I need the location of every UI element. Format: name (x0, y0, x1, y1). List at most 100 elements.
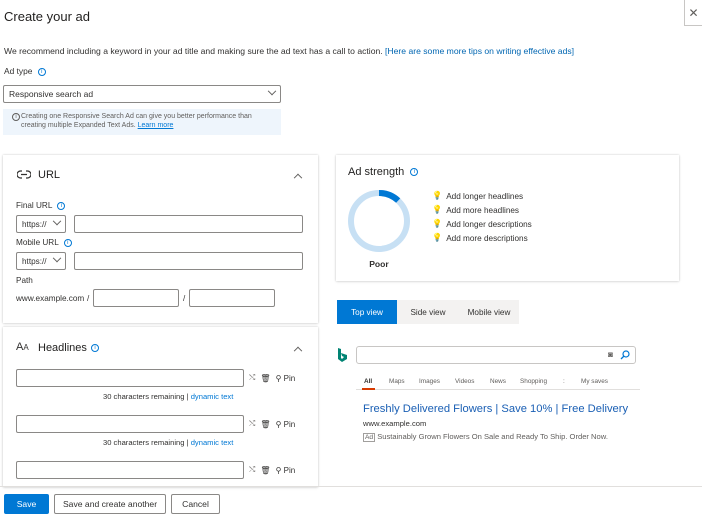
tip-text: Add longer descriptions (446, 219, 532, 229)
tip-item: 💡 Add more headlines (432, 203, 532, 217)
link-icon (17, 170, 31, 179)
nav-item: Images (419, 378, 440, 385)
remaining-text: 30 characters remaining (103, 438, 185, 447)
chevron-up-icon[interactable] (293, 346, 303, 356)
ad-strength-title-text: Ad strength (348, 166, 405, 178)
info-icon[interactable]: i (410, 168, 419, 177)
tip-item: 💡 Add longer headlines (432, 189, 532, 203)
mobile-url-input[interactable] (74, 252, 303, 270)
pin-icon: ⚲ (275, 373, 282, 383)
nav-item: News (490, 378, 506, 385)
nav-item: My saves (581, 378, 608, 385)
pin-button[interactable]: ⚲ Pin (276, 466, 296, 475)
final-url-label-text: Final URL (16, 201, 53, 210)
nav-item: Shopping (520, 378, 548, 385)
remaining-text: 30 characters remaining (103, 392, 185, 401)
pin-label: Pin (283, 373, 296, 383)
path1-input[interactable] (93, 289, 179, 307)
camera-icon: ◙ (608, 350, 613, 359)
pin-label: Pin (283, 419, 296, 429)
text-size-icon: AA (16, 341, 29, 353)
headline-input[interactable] (16, 369, 244, 387)
pin-label: Pin (283, 465, 296, 475)
ad-badge: Ad (363, 433, 376, 442)
dynamic-text-link[interactable]: dynamic text (191, 392, 234, 401)
tip-text: Add longer headlines (446, 191, 524, 201)
path2-input[interactable] (189, 289, 275, 307)
nav-item: Maps (389, 378, 405, 385)
info-icon[interactable]: i (37, 67, 46, 76)
path-prefix: www.example.com (16, 294, 85, 303)
lightbulb-icon: 💡 (432, 191, 443, 200)
path-label: Path (16, 276, 33, 285)
lightbulb-icon: 💡 (432, 205, 443, 214)
wand-icon[interactable]: ⤭ (249, 419, 255, 429)
path-separator: / (87, 294, 90, 303)
preview-ad-description-row: Ad Sustainably Grown Flowers On Sale and… (363, 432, 608, 442)
tip-text: Add more descriptions (446, 233, 528, 243)
mobile-url-label: Mobile URL i (16, 238, 72, 247)
search-icon (620, 350, 630, 360)
url-section: URL Final URL i https:// Mobile URL i ht… (3, 155, 318, 323)
wand-icon[interactable]: ⤭ (249, 465, 255, 475)
ad-strength-title: Ad strength i (348, 166, 419, 178)
final-url-protocol-value: https:// (22, 219, 47, 229)
final-url-protocol-select[interactable]: https:// (16, 215, 66, 233)
nav-item: : (563, 378, 565, 385)
tab-mobile-view[interactable]: Mobile view (459, 300, 519, 324)
trash-icon[interactable]: 🗑 (260, 374, 270, 383)
headline-remaining: 30 characters remaining | dynamic text (103, 392, 233, 401)
headline-actions: ⤭ 🗑 ⚲ Pin (249, 419, 295, 429)
chevron-down-icon (267, 86, 277, 96)
ad-type-label: Ad type i (4, 66, 46, 76)
ad-type-select[interactable]: Responsive search ad (3, 85, 281, 103)
nav-active-indicator (362, 388, 375, 390)
ring-track (348, 190, 410, 252)
separator: | (186, 438, 189, 447)
headline-input[interactable] (16, 415, 244, 433)
final-url-input[interactable] (74, 215, 303, 233)
pin-button[interactable]: ⚲ Pin (276, 420, 296, 429)
lightbulb-icon: 💡 (432, 233, 443, 242)
tips-link[interactable]: [Here are some more tips on writing effe… (385, 46, 574, 56)
pin-icon: ⚲ (275, 419, 282, 429)
pin-button[interactable]: ⚲ Pin (276, 374, 296, 383)
dynamic-text-link[interactable]: dynamic text (191, 438, 234, 447)
save-and-create-another-button[interactable]: Save and create another (54, 494, 166, 514)
cancel-button[interactable]: Cancel (171, 494, 220, 514)
mobile-url-protocol-select[interactable]: https:// (16, 252, 66, 270)
mobile-url-protocol-value: https:// (22, 256, 47, 266)
trash-icon[interactable]: 🗑 (260, 466, 270, 475)
intro-text-body: We recommend including a keyword in your… (4, 46, 383, 56)
trash-icon[interactable]: 🗑 (260, 420, 270, 429)
ad-type-info-bar: i Creating one Responsive Search Ad can … (3, 109, 281, 135)
headline-input[interactable] (16, 461, 244, 479)
footer-divider (0, 486, 702, 487)
ad-type-value: Responsive search ad (9, 89, 94, 99)
info-icon[interactable]: i (91, 344, 99, 352)
tip-item: 💡 Add longer descriptions (432, 217, 532, 231)
info-icon[interactable]: i (57, 201, 66, 210)
ad-strength-card: Ad strength i Poor 💡 Add longer headlines… (336, 155, 679, 281)
headline-remaining: 30 characters remaining | dynamic text (103, 438, 233, 447)
ad-type-info-text: Creating one Responsive Search Ad can gi… (21, 113, 252, 130)
ad-strength-rating: Poor (369, 259, 389, 269)
ad-type-label-text: Ad type (4, 66, 33, 76)
ad-strength-tips: 💡 Add longer headlines 💡 Add more headline… (432, 189, 532, 245)
preview-search-input: ◙ (356, 346, 636, 364)
tip-text: Add more headlines (446, 205, 520, 215)
info-icon: i (12, 113, 20, 121)
info-icon[interactable]: i (63, 238, 72, 247)
nav-item: All (364, 378, 373, 385)
preview-ad-url: www.example.com (363, 419, 427, 428)
chevron-down-icon (52, 216, 62, 226)
close-icon[interactable]: ✕ (684, 0, 702, 26)
tab-top-view[interactable]: Top view (337, 300, 397, 324)
preview-tabs: Top view Side view Mobile view (337, 300, 519, 324)
tab-side-view[interactable]: Side view (397, 300, 459, 324)
chevron-up-icon[interactable] (293, 173, 303, 183)
save-button[interactable]: Save (4, 494, 49, 514)
learn-more-link[interactable]: Learn more (138, 122, 174, 129)
url-section-title: URL (38, 169, 61, 181)
wand-icon[interactable]: ⤭ (249, 373, 255, 383)
